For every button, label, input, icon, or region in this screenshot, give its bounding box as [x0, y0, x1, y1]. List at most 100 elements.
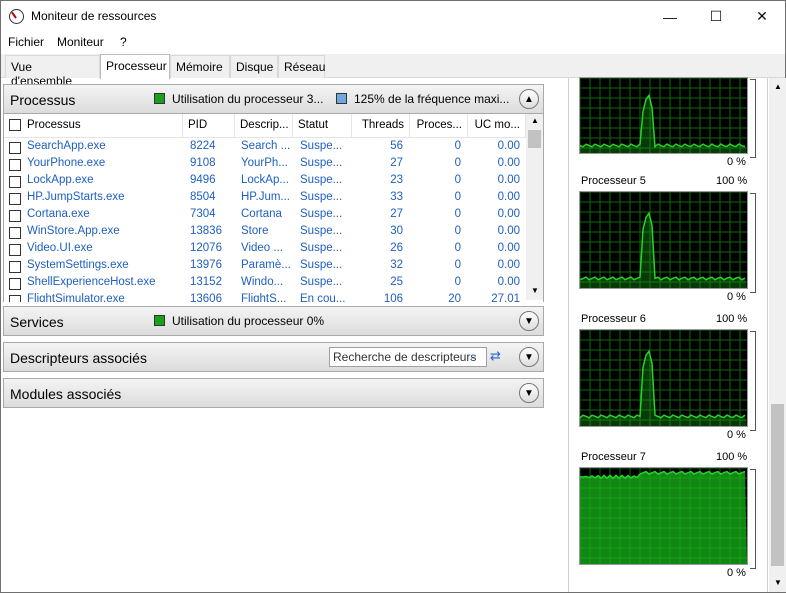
table-row[interactable]: FlightSimulator.exe 13606 FlightS... En cou…: [4, 292, 526, 302]
cell-cpu: 0.00: [497, 191, 520, 203]
col-statut[interactable]: Statut: [293, 114, 352, 138]
descripteurs-section-header[interactable]: Descripteurs associés Recherche de descr…: [3, 342, 544, 372]
col-processeur[interactable]: Proces...: [410, 114, 468, 138]
table-row[interactable]: SystemSettings.exe 13976 Paramè... Suspe...…: [4, 258, 526, 275]
row-checkbox[interactable]: [9, 176, 21, 188]
modules-section-header[interactable]: Modules associés ▼: [3, 378, 544, 408]
row-checkbox[interactable]: [9, 159, 21, 171]
row-checkbox[interactable]: [9, 295, 21, 302]
graph-label: Processeur 6: [581, 313, 646, 325]
graph-min-label: 0 %: [727, 567, 746, 579]
cell-status: Suspe...: [300, 140, 343, 152]
cell-cpu: 0.00: [497, 157, 520, 169]
col-threads[interactable]: Threads: [352, 114, 410, 138]
resource-monitor-icon: [9, 9, 24, 24]
minimize-button[interactable]: —: [647, 1, 693, 32]
cell-status: Suspe...: [300, 157, 343, 169]
cell-name: FlightSimulator.exe: [27, 293, 125, 302]
row-checkbox[interactable]: [9, 210, 21, 222]
table-row[interactable]: Video.UI.exe 12076 Video ... Suspe... 26 0 0.0…: [4, 241, 526, 258]
scroll-down-icon[interactable]: ▼: [531, 286, 539, 295]
descripteurs-title: Descripteurs associés: [10, 350, 147, 366]
maximize-button[interactable]: ☐: [693, 1, 739, 32]
cell-pid: 12076: [190, 242, 222, 254]
cell-proc: 0: [454, 140, 461, 152]
cell-desc: HP.Jum...: [241, 191, 290, 203]
tab-bar: Vue d'ensemble Processeur Mémoire Disque…: [1, 54, 785, 88]
table-row[interactable]: LockApp.exe 9496 LockAp... Suspe... 23 0 0.00: [4, 173, 526, 190]
expand-chevron-icon[interactable]: ▼: [519, 311, 539, 331]
col-processus[interactable]: Processus: [22, 114, 183, 138]
window-title: Moniteur de ressources: [31, 9, 157, 23]
scroll-thumb[interactable]: [528, 130, 541, 148]
process-table: Processus PID Descrip... Statut Threads …: [3, 114, 544, 302]
graph-pane-scrollbar[interactable]: ▲ ▼: [769, 78, 786, 592]
processus-section-header[interactable]: Processus Utilisation du processeur 3...…: [3, 84, 544, 114]
graph-scale-bracket: [750, 469, 756, 569]
scroll-up-icon[interactable]: ▲: [531, 116, 539, 125]
table-row[interactable]: HP.JumpStarts.exe 8504 HP.Jum... Suspe... 33…: [4, 190, 526, 207]
scroll-down-icon[interactable]: ▼: [774, 578, 782, 587]
cell-status: Suspe...: [300, 259, 343, 271]
cell-cpu: 0.00: [497, 174, 520, 186]
cpu-usage-area: [580, 471, 747, 564]
cell-threads: 33: [390, 191, 403, 203]
cell-proc: 0: [454, 208, 461, 220]
col-description[interactable]: Descrip...: [235, 114, 293, 138]
table-row[interactable]: SearchApp.exe 8224 Search ... Suspe... 56 0 0.…: [4, 139, 526, 156]
table-row[interactable]: YourPhone.exe 9108 YourPh... Suspe... 27 0 0.0…: [4, 156, 526, 173]
cell-proc: 0: [454, 191, 461, 203]
table-row[interactable]: WinStore.App.exe 13836 Store Suspe... 30 0 0.0…: [4, 224, 526, 241]
tab-vue-ensemble[interactable]: Vue d'ensemble: [5, 55, 100, 88]
cell-cpu: 0.00: [497, 276, 520, 288]
cell-desc: Cortana: [241, 208, 282, 220]
menu-moniteur[interactable]: Moniteur: [57, 35, 104, 49]
cell-cpu: 0.00: [497, 140, 520, 152]
row-checkbox[interactable]: [9, 142, 21, 154]
cell-proc: 0: [454, 242, 461, 254]
cell-pid: 9108: [190, 157, 216, 169]
col-uc-moyenne[interactable]: UC mo...: [468, 114, 526, 138]
collapse-chevron-icon[interactable]: ▲: [519, 89, 539, 109]
cell-cpu: 0.00: [497, 208, 520, 220]
graph-min-label: 0 %: [727, 291, 746, 303]
expand-chevron-icon[interactable]: ▼: [519, 347, 539, 367]
cell-name: WinStore.App.exe: [27, 225, 120, 237]
table-scrollbar[interactable]: ▲ ▼: [526, 114, 543, 300]
col-pid[interactable]: PID: [183, 114, 235, 138]
tab-reseau[interactable]: Réseau: [278, 55, 325, 78]
descripteurs-search-input[interactable]: Recherche de descripteurs: [329, 347, 487, 367]
cell-status: En cou...: [300, 293, 346, 302]
table-row[interactable]: Cortana.exe 7304 Cortana Suspe... 27 0 0.00: [4, 207, 526, 224]
cell-pid: 13152: [190, 276, 222, 288]
cpu-graph: [579, 77, 748, 154]
search-icon[interactable]: ⌕: [470, 349, 477, 364]
menu-help[interactable]: ?: [120, 35, 127, 49]
cell-pid: 9496: [190, 174, 216, 186]
expand-chevron-icon[interactable]: ▼: [519, 383, 539, 403]
select-all-checkbox[interactable]: [9, 119, 21, 131]
table-row[interactable]: ShellExperienceHost.exe 13152 Windo... Susp…: [4, 275, 526, 292]
cpu-graph: [579, 467, 748, 565]
graph-pane: 0 % Processeur 5 100 % 0 % Processeur 6 100 %…: [568, 77, 768, 592]
graph-scale-bracket: [750, 331, 756, 431]
scroll-thumb[interactable]: [771, 404, 784, 566]
services-section-header[interactable]: Services Utilisation du processeur 0% ▼: [3, 306, 544, 336]
scroll-up-icon[interactable]: ▲: [774, 82, 782, 91]
cell-desc: LockAp...: [241, 174, 289, 186]
cell-pid: 13836: [190, 225, 222, 237]
close-button[interactable]: ✕: [739, 1, 785, 32]
row-checkbox[interactable]: [9, 193, 21, 205]
freq-legend-text: 125% de la fréquence maxi...: [354, 92, 510, 106]
row-checkbox[interactable]: [9, 244, 21, 256]
row-checkbox[interactable]: [9, 227, 21, 239]
services-title: Services: [10, 314, 64, 330]
row-checkbox[interactable]: [9, 278, 21, 290]
tab-processeur[interactable]: Processeur: [100, 54, 170, 79]
row-checkbox[interactable]: [9, 261, 21, 273]
tab-disque[interactable]: Disque: [230, 55, 278, 78]
refresh-icon[interactable]: ⇄: [490, 348, 501, 364]
tab-memoire[interactable]: Mémoire: [170, 55, 230, 78]
menu-fichier[interactable]: Fichier: [8, 35, 44, 49]
cell-cpu: 0.00: [497, 242, 520, 254]
